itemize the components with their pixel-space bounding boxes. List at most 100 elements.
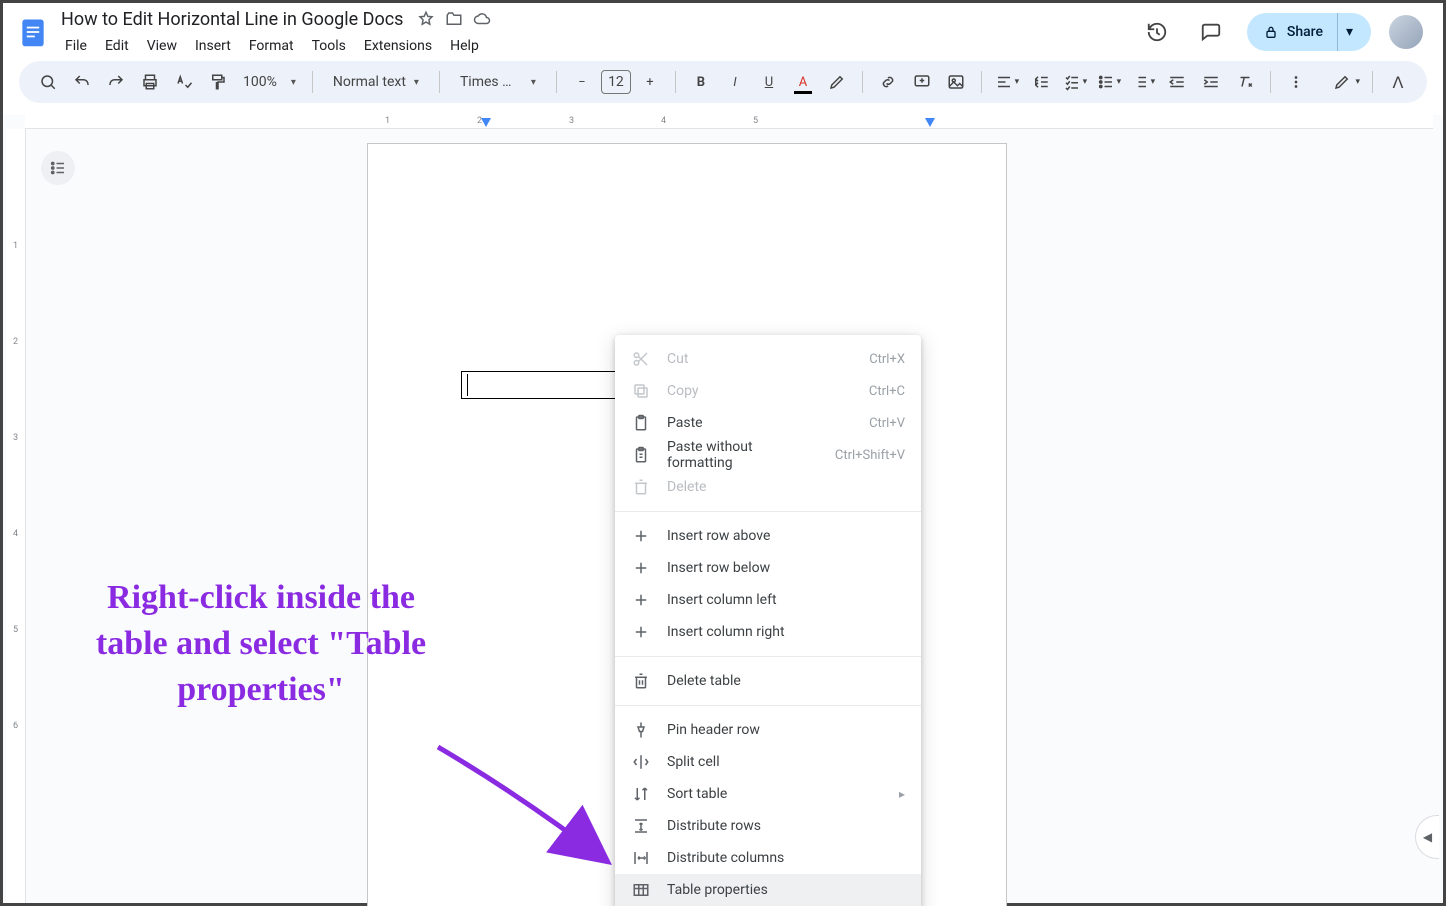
- menu-view[interactable]: View: [139, 34, 185, 58]
- ctx-sort-table[interactable]: Sort table ▸: [615, 778, 921, 810]
- ctx-delete-table[interactable]: Delete table: [615, 665, 921, 697]
- split-icon: [631, 753, 651, 771]
- underline-button[interactable]: U: [754, 67, 784, 97]
- ctx-item-label: Distribute rows: [667, 818, 905, 834]
- spellcheck-button[interactable]: [169, 67, 199, 97]
- decrease-indent-button[interactable]: [1162, 67, 1192, 97]
- ctx-insert-column-left[interactable]: Insert column left: [615, 584, 921, 616]
- italic-button[interactable]: I: [720, 67, 750, 97]
- font-size-input[interactable]: 12: [601, 70, 631, 94]
- ctx-insert-row-above[interactable]: Insert row above: [615, 520, 921, 552]
- paint-format-button[interactable]: [203, 67, 233, 97]
- cloud-status-icon[interactable]: [473, 10, 491, 28]
- ctx-item-label: Sort table: [667, 786, 883, 802]
- paste-icon: [631, 414, 651, 432]
- redo-button[interactable]: [101, 67, 131, 97]
- line-spacing-dropdown[interactable]: [1026, 67, 1056, 97]
- ctx-item-label: Copy: [667, 383, 853, 399]
- ctx-split-cell[interactable]: Split cell: [615, 746, 921, 778]
- left-indent-marker[interactable]: [481, 118, 491, 127]
- vertical-ruler[interactable]: 123456: [6, 129, 26, 903]
- font-family-dropdown[interactable]: Times …: [450, 67, 546, 97]
- ctx-insert-column-right[interactable]: Insert column right: [615, 616, 921, 648]
- increase-font-size-button[interactable]: +: [635, 67, 665, 97]
- star-icon[interactable]: [417, 10, 435, 28]
- toolbar: 100% Normal text Times … − 12 + B I U A …: [19, 61, 1427, 103]
- numbered-list-dropdown[interactable]: ▾: [1128, 67, 1158, 97]
- ctx-paste[interactable]: PasteCtrl+V: [615, 407, 921, 439]
- account-avatar[interactable]: [1389, 15, 1423, 49]
- ctx-item-label: Paste: [667, 415, 853, 431]
- print-button[interactable]: [135, 67, 165, 97]
- annotation-text: Right-click inside the table and select …: [81, 575, 441, 713]
- checklist-dropdown[interactable]: ▾: [1060, 67, 1090, 97]
- document-outline-button[interactable]: [41, 151, 75, 185]
- move-icon[interactable]: [445, 10, 463, 28]
- share-dropdown-caret[interactable]: ▾: [1337, 13, 1361, 51]
- ctx-item-label: Delete table: [667, 673, 905, 689]
- menu-help[interactable]: Help: [442, 34, 487, 58]
- ctx-item-label: Insert column left: [667, 592, 905, 608]
- ctx-distribute-columns[interactable]: Distribute columns: [615, 842, 921, 874]
- decrease-font-size-button[interactable]: −: [567, 67, 597, 97]
- text-color-button[interactable]: A: [788, 67, 818, 97]
- delete-icon: [631, 478, 651, 496]
- horizontal-ruler[interactable]: 12345: [25, 115, 1433, 129]
- ctx-item-label: Insert column right: [667, 624, 905, 640]
- plus-icon: [631, 559, 651, 577]
- pin-icon: [631, 721, 651, 739]
- side-panel-expand-button[interactable]: ◀: [1415, 815, 1439, 859]
- menu-extensions[interactable]: Extensions: [356, 34, 440, 58]
- ctx-item-label: Cut: [667, 351, 853, 367]
- paste-plain-icon: [631, 446, 651, 464]
- bold-button[interactable]: B: [686, 67, 716, 97]
- insert-image-button[interactable]: [941, 67, 971, 97]
- ctx-table-properties[interactable]: Table properties: [615, 874, 921, 906]
- menu-format[interactable]: Format: [241, 34, 302, 58]
- sort-icon: [631, 785, 651, 803]
- ctx-item-label: Paste without formatting: [667, 439, 819, 471]
- menu-file[interactable]: File: [57, 34, 95, 58]
- undo-button[interactable]: [67, 67, 97, 97]
- ctx-paste-without-formatting[interactable]: Paste without formattingCtrl+Shift+V: [615, 439, 921, 471]
- submenu-arrow-icon: ▸: [899, 787, 905, 801]
- align-dropdown[interactable]: ▾: [992, 67, 1022, 97]
- context-menu: CutCtrl+XCopyCtrl+CPasteCtrl+VPaste with…: [615, 335, 921, 906]
- menubar: FileEditViewInsertFormatToolsExtensionsH…: [57, 34, 1139, 58]
- menu-tools[interactable]: Tools: [304, 34, 354, 58]
- table-props-icon: [631, 881, 651, 899]
- trash-icon: [631, 672, 651, 690]
- ctx-insert-row-below[interactable]: Insert row below: [615, 552, 921, 584]
- text-cursor: [467, 374, 468, 396]
- zoom-dropdown[interactable]: 100%: [237, 67, 302, 97]
- clear-formatting-button[interactable]: [1230, 67, 1260, 97]
- share-button[interactable]: Share ▾: [1247, 13, 1371, 51]
- increase-indent-button[interactable]: [1196, 67, 1226, 97]
- collapse-toolbar-button[interactable]: ᐱ: [1383, 67, 1413, 97]
- highlight-color-button[interactable]: [822, 67, 852, 97]
- dist-rows-icon: [631, 817, 651, 835]
- ctx-item-label: Insert row above: [667, 528, 905, 544]
- document-surface: 12345 123456 CutCtrl+XCopyCtrl+CPasteCtr…: [3, 115, 1443, 903]
- version-history-icon[interactable]: [1139, 14, 1175, 50]
- menu-insert[interactable]: Insert: [187, 34, 239, 58]
- paragraph-style-dropdown[interactable]: Normal text: [323, 67, 429, 97]
- ctx-item-label: Table properties: [667, 882, 905, 898]
- insert-link-button[interactable]: [873, 67, 903, 97]
- search-menus-button[interactable]: [33, 67, 63, 97]
- cut-icon: [631, 350, 651, 368]
- more-toolbar-button[interactable]: [1281, 67, 1311, 97]
- ctx-pin-header-row[interactable]: Pin header row: [615, 714, 921, 746]
- editing-mode-dropdown[interactable]: ▾: [1331, 67, 1362, 97]
- docs-logo[interactable]: [13, 12, 53, 52]
- ctx-item-label: Delete: [667, 479, 905, 495]
- comments-icon[interactable]: [1193, 14, 1229, 50]
- ctx-item-label: Insert row below: [667, 560, 905, 576]
- right-indent-marker[interactable]: [925, 118, 935, 127]
- add-comment-button[interactable]: [907, 67, 937, 97]
- document-title[interactable]: How to Edit Horizontal Line in Google Do…: [57, 7, 407, 32]
- bulleted-list-dropdown[interactable]: ▾: [1094, 67, 1124, 97]
- plus-icon: [631, 623, 651, 641]
- menu-edit[interactable]: Edit: [97, 34, 137, 58]
- ctx-distribute-rows[interactable]: Distribute rows: [615, 810, 921, 842]
